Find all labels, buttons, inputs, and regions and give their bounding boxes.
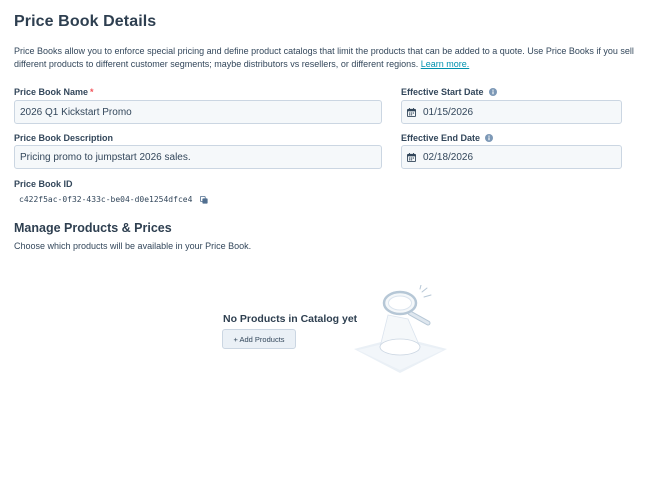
info-icon[interactable] xyxy=(485,134,494,142)
price-book-name-label-text: Price Book Name xyxy=(14,87,89,97)
empty-catalog-title: No Products in Catalog yet xyxy=(223,313,358,325)
manage-products-title: Manage Products & Prices xyxy=(14,221,172,235)
learn-more-link[interactable]: Learn more. xyxy=(421,59,470,69)
manage-products-subtitle: Choose which products will be available … xyxy=(14,241,252,251)
price-book-id-value: c422f5ac-0f32-433c-be04-d0e1254dfce4 xyxy=(19,195,193,204)
effective-end-date-label-text: Effective End Date xyxy=(401,133,481,143)
effective-start-date-label: Effective Start Date xyxy=(401,87,497,97)
price-book-name-value: 2026 Q1 Kickstart Promo xyxy=(20,106,132,118)
effective-end-date-value: 02/18/2026 xyxy=(423,151,474,163)
page-title: Price Book Details xyxy=(14,13,157,30)
effective-start-date-input[interactable]: 01/15/2026 xyxy=(401,100,622,124)
price-book-description-label: Price Book Description xyxy=(14,133,113,143)
effective-end-date-input[interactable]: 02/18/2026 xyxy=(401,145,622,169)
effective-start-date-value: 01/15/2026 xyxy=(423,106,474,118)
price-book-id-label: Price Book ID xyxy=(14,179,73,189)
copy-icon[interactable] xyxy=(200,195,208,204)
calendar-icon xyxy=(407,152,416,162)
info-icon[interactable] xyxy=(488,88,497,96)
price-book-name-label: Price Book Name * xyxy=(14,87,94,97)
price-book-description-value: Pricing promo to jumpstart 2026 sales. xyxy=(20,151,191,163)
magnifying-glass-spotlight-illustration xyxy=(354,285,447,373)
intro-description: Price Books allow you to enforce special… xyxy=(14,46,634,69)
add-products-button[interactable]: + Add Products xyxy=(222,329,296,349)
price-book-description-input[interactable]: Pricing promo to jumpstart 2026 sales. xyxy=(14,145,382,169)
required-asterisk: * xyxy=(90,87,94,97)
price-book-id-label-text: Price Book ID xyxy=(14,179,73,189)
calendar-icon xyxy=(407,107,416,117)
price-book-details-page: Price Book Details Price Books allow you… xyxy=(0,0,670,479)
effective-start-date-label-text: Effective Start Date xyxy=(401,87,484,97)
intro-text: Price Books allow you to enforce special… xyxy=(14,45,664,70)
price-book-name-input[interactable]: 2026 Q1 Kickstart Promo xyxy=(14,100,382,124)
effective-end-date-label: Effective End Date xyxy=(401,133,494,143)
price-book-id: c422f5ac-0f32-433c-be04-d0e1254dfce4 xyxy=(19,195,208,204)
price-book-description-label-text: Price Book Description xyxy=(14,133,114,143)
